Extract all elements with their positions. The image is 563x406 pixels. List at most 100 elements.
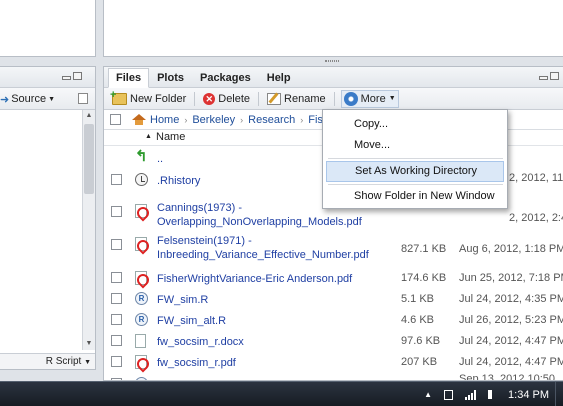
more-label: More [360, 92, 386, 105]
breadcrumb-berkeley[interactable]: Berkeley [192, 114, 235, 126]
file-name[interactable]: FisherWrightVariance-Eric Anderson.pdf [157, 272, 352, 286]
maximize-icon[interactable] [550, 72, 559, 80]
select-all-checkbox[interactable] [110, 114, 121, 125]
file-name[interactable]: FW_sim.R [157, 293, 208, 307]
show-desktop-button[interactable] [555, 382, 563, 406]
file-name[interactable]: .Rhistory [157, 174, 200, 188]
file-checkbox[interactable] [111, 293, 122, 304]
file-modified: Sep 13, 2012 10:50 [459, 373, 556, 381]
file-row[interactable]: fw_socsim_r.pdf 207 KB Jul 24, 2012, 4:4… [104, 353, 563, 373]
menu-item-set-working-directory[interactable]: Set As Working Directory [326, 161, 504, 182]
maximize-icon[interactable] [73, 72, 82, 80]
chevron-down-icon: ▼ [84, 359, 91, 366]
pdf-icon [135, 271, 147, 285]
horizontal-splitter-grip[interactable] [325, 60, 339, 62]
file-modified: 2, 2012, 2:48 PM [509, 212, 563, 224]
new-folder-button[interactable]: New Folder [110, 89, 188, 108]
menu-divider [328, 158, 503, 159]
file-type-status[interactable]: R Script ▼ [0, 353, 95, 369]
up-arrow-icon: ↰ [135, 148, 148, 165]
tab-packages[interactable]: Packages [192, 68, 259, 88]
file-name[interactable]: fw_socsim_r.docx [157, 335, 244, 349]
source-label: Source [11, 93, 47, 105]
source-button[interactable]: ➜ Source ▼ [0, 91, 55, 107]
menu-divider [328, 184, 503, 185]
breadcrumb-research[interactable]: Research [248, 114, 295, 126]
files-window-controls [539, 72, 559, 80]
action-center-icon[interactable] [444, 389, 454, 400]
delete-button[interactable]: ✕ Delete [201, 90, 252, 108]
more-button[interactable]: More ▼ [340, 89, 399, 108]
pane-tabs: Files Plots Packages Help [104, 67, 563, 88]
minimize-icon[interactable] [539, 76, 548, 80]
editor-window-controls [62, 72, 82, 80]
new-folder-icon [110, 89, 127, 105]
clock[interactable]: 1:34 PM [508, 389, 549, 401]
rename-label: Rename [284, 92, 326, 105]
file-modified: Jul 24, 2012, 4:35 PM [459, 293, 563, 305]
vertical-splitter[interactable] [96, 0, 103, 381]
file-row[interactable]: fw_socsim_r.docx 97.6 KB Jul 24, 2012, 4… [104, 332, 563, 352]
file-size: 97.6 KB [401, 335, 441, 347]
pdf-icon [135, 204, 147, 218]
file-checkbox[interactable] [111, 356, 122, 367]
file-row[interactable]: R FW_sim_alt.R 4.6 KB Jul 26, 2012, 5:23… [104, 311, 563, 331]
run-arrow-icon: ➜ [0, 93, 10, 106]
scroll-down-icon[interactable]: ▼ [83, 338, 95, 350]
files-toolbar: New Folder ✕ Delete Rename More ▼ [104, 88, 563, 110]
file-checkbox[interactable] [111, 314, 122, 325]
chevron-down-icon: ▼ [48, 95, 56, 103]
chevron-down-icon: ▼ [388, 95, 396, 102]
file-row[interactable]: Felsenstein(1971) - Inbreeding_Variance_… [104, 233, 563, 263]
editor-scrollbar[interactable]: ▲ ▼ [82, 110, 95, 350]
file-size: 207 KB [401, 356, 438, 368]
editor-toolbar: ➜ Source ▼ [0, 88, 95, 110]
file-row[interactable]: R Sep 13, 2012 10:50 [104, 373, 563, 381]
file-row[interactable]: FisherWrightVariance-Eric Anderson.pdf 1… [104, 269, 563, 289]
outline-icon[interactable] [78, 93, 88, 104]
toolbar-divider [194, 91, 196, 106]
file-row[interactable]: R FW_sim.R 5.1 KB Jul 24, 2012, 4:35 PM [104, 290, 563, 310]
pdf-icon [135, 355, 147, 369]
breadcrumb-separator: › [184, 114, 188, 125]
menu-item-move[interactable]: Move... [326, 135, 504, 156]
delete-label: Delete [218, 92, 251, 105]
rename-button[interactable]: Rename [265, 90, 328, 108]
home-icon[interactable] [132, 114, 146, 125]
network-icon[interactable] [465, 389, 477, 400]
tab-plots[interactable]: Plots [149, 68, 192, 88]
scrollbar-thumb[interactable] [84, 124, 94, 194]
sort-asc-icon: ▲ [145, 133, 152, 140]
file-name[interactable]: .. [157, 152, 163, 166]
file-name[interactable]: FW_sim_alt.R [157, 314, 226, 328]
file-checkbox[interactable] [111, 239, 122, 250]
show-hidden-icons-icon[interactable]: ▲ [424, 390, 432, 399]
toolbar-divider [258, 91, 260, 106]
file-modified: Aug 6, 2012, 1:18 PM [459, 243, 563, 255]
file-name[interactable]: fw_socsim_r.pdf [157, 356, 236, 370]
breadcrumb-home[interactable]: Home [150, 114, 179, 126]
document-icon [135, 334, 146, 348]
volume-icon[interactable] [488, 390, 496, 399]
file-name[interactable]: Felsenstein(1971) - Inbreeding_Variance_… [157, 234, 369, 262]
file-checkbox[interactable] [111, 174, 122, 185]
menu-item-copy[interactable]: Copy... [326, 114, 504, 135]
minimize-icon[interactable] [62, 76, 71, 80]
file-checkbox[interactable] [111, 272, 122, 283]
r-script-icon: R [135, 313, 148, 326]
name-column-header[interactable]: Name [156, 131, 185, 143]
file-size: 5.1 KB [401, 293, 435, 305]
tab-help[interactable]: Help [259, 68, 299, 88]
tab-files[interactable]: Files [108, 68, 150, 88]
breadcrumb-separator: › [240, 114, 244, 125]
file-modified: 2, 2012, 11:09 [509, 172, 563, 184]
top-left-pane [0, 0, 96, 57]
history-icon [135, 173, 148, 186]
scroll-up-icon[interactable]: ▲ [83, 110, 95, 122]
r-script-icon: R [135, 292, 148, 305]
file-checkbox[interactable] [111, 206, 122, 217]
file-type-label: R Script [45, 356, 82, 367]
menu-item-show-folder-new-window[interactable]: Show Folder in New Window [326, 186, 504, 207]
taskbar: ▲ 1:34 PM [0, 381, 563, 406]
file-checkbox[interactable] [111, 335, 122, 346]
